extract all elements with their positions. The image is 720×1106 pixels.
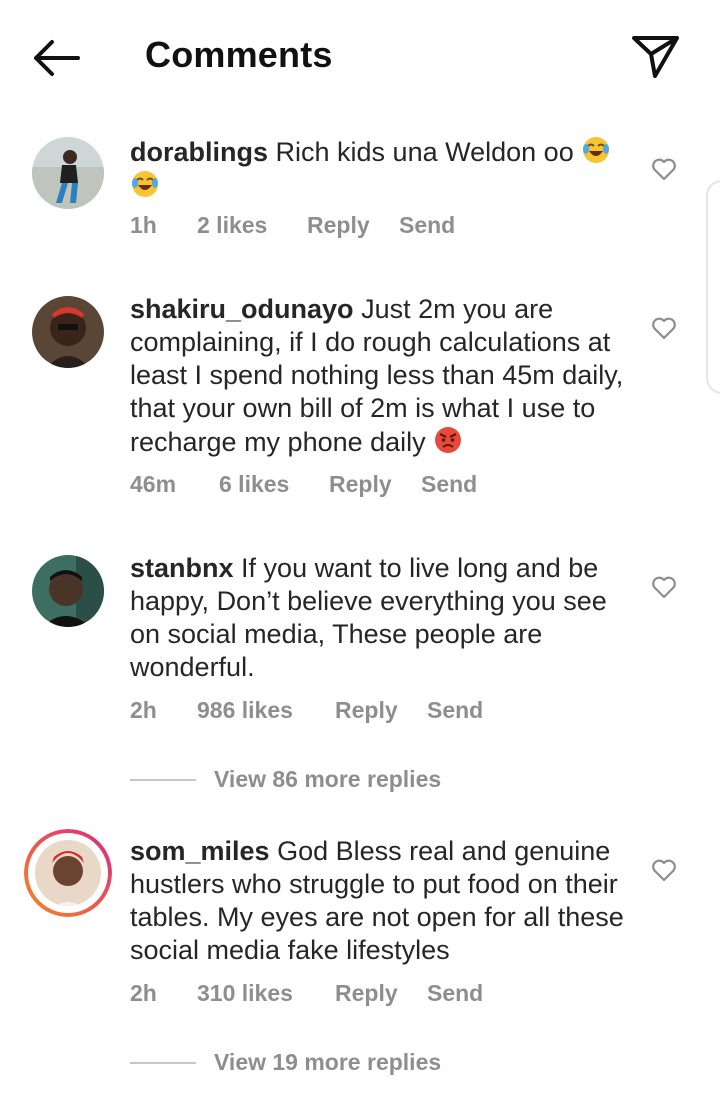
comment-time: 2h xyxy=(130,697,157,723)
avatar-photo xyxy=(24,829,112,917)
comment-username[interactable]: stanbnx xyxy=(130,553,234,583)
tears-of-joy-emoji xyxy=(583,137,610,163)
like-count[interactable]: 986 likes xyxy=(197,697,293,724)
avatar-photo xyxy=(32,555,104,627)
avatar-photo xyxy=(32,137,104,209)
angry-face-emoji xyxy=(435,427,462,453)
arrow-left-icon xyxy=(34,40,80,76)
comment-username[interactable]: shakiru_odunayo xyxy=(130,294,354,324)
replies-divider xyxy=(130,1062,196,1064)
like-count[interactable]: 310 likes xyxy=(197,980,293,1007)
paper-plane-icon xyxy=(632,36,679,78)
send-button[interactable]: Send xyxy=(427,697,483,724)
like-count[interactable]: 2 likes xyxy=(197,212,267,239)
avatar[interactable] xyxy=(32,296,104,368)
avatar-story[interactable] xyxy=(24,829,112,917)
page-title: Comments xyxy=(145,34,333,75)
tears-of-joy-emoji xyxy=(132,171,158,197)
side-panel-edge xyxy=(706,180,720,394)
avatar[interactable] xyxy=(32,137,104,209)
like-count[interactable]: 6 likes xyxy=(219,471,289,498)
heart-icon[interactable] xyxy=(651,575,677,599)
heart-icon[interactable] xyxy=(651,157,677,181)
share-button[interactable] xyxy=(630,32,682,80)
heart-icon[interactable] xyxy=(651,858,677,882)
comment-text: shakiru_odunayo Just 2m you are complain… xyxy=(130,293,635,459)
comment-text: som_miles God Bless real and genuine hus… xyxy=(130,835,635,967)
heart-icon[interactable] xyxy=(651,316,677,340)
comment-username[interactable]: som_miles xyxy=(130,836,270,866)
comment-time: 1h xyxy=(130,212,157,238)
send-button[interactable]: Send xyxy=(421,471,477,498)
send-button[interactable]: Send xyxy=(427,980,483,1007)
avatar-photo xyxy=(32,296,104,368)
replies-divider xyxy=(130,779,196,781)
comment-time: 2h xyxy=(130,980,157,1006)
view-replies-label[interactable]: View 19 more replies xyxy=(214,1049,441,1076)
reply-button[interactable]: Reply xyxy=(307,212,370,239)
send-button[interactable]: Send xyxy=(399,212,455,239)
header: Comments xyxy=(0,0,720,110)
reply-button[interactable]: Reply xyxy=(335,697,398,724)
view-replies-label[interactable]: View 86 more replies xyxy=(214,766,441,793)
avatar[interactable] xyxy=(32,555,104,627)
back-button[interactable] xyxy=(30,36,82,80)
comment-username[interactable]: dorablings xyxy=(130,137,268,167)
comment-body: Rich kids una Weldon oo xyxy=(275,137,574,167)
comment-time: 46m xyxy=(130,471,177,497)
comment-text: stanbnx If you want to live long and be … xyxy=(130,552,635,684)
reply-button[interactable]: Reply xyxy=(329,471,392,498)
comment-text: dorablings Rich kids una Weldon oo xyxy=(130,135,635,203)
reply-button[interactable]: Reply xyxy=(335,980,398,1007)
